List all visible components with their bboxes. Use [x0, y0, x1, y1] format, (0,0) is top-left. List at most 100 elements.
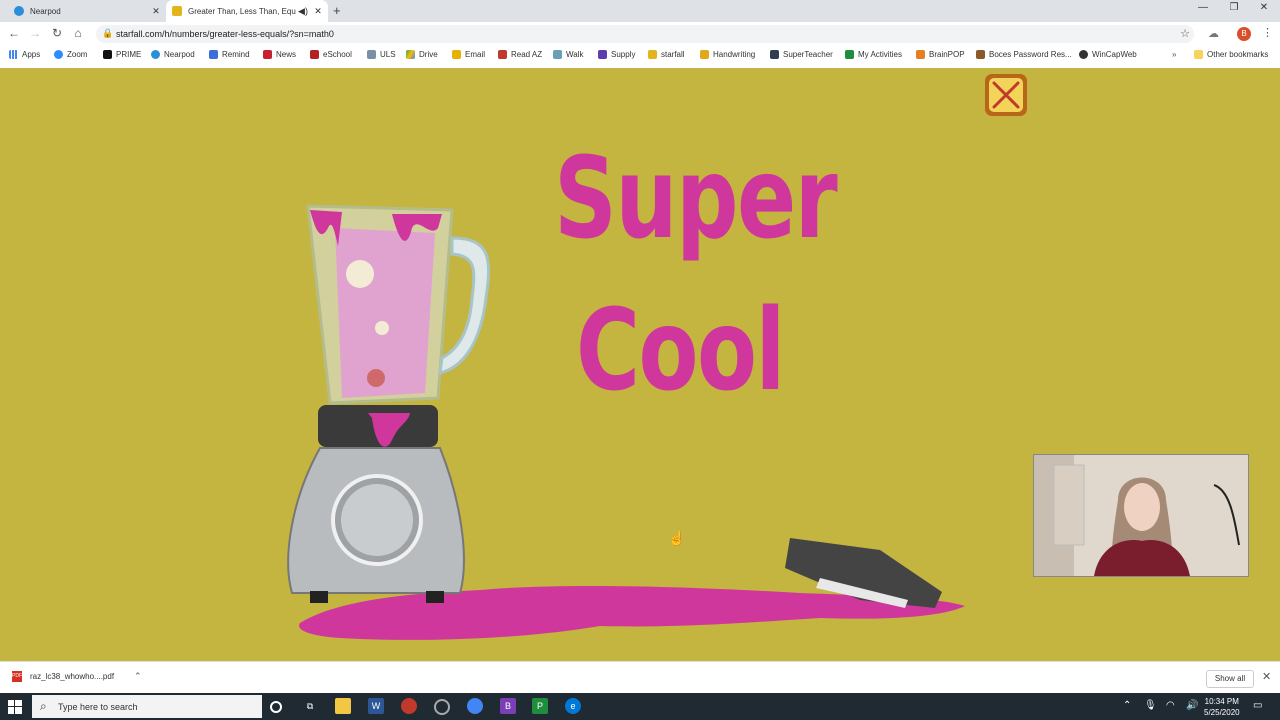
onenote-icon[interactable]: B [500, 698, 516, 714]
close-icon [989, 78, 1023, 112]
bookmark-label: BrainPOP [929, 50, 965, 59]
minimize-button[interactable]: — [1193, 2, 1213, 13]
tab-title: Nearpod [30, 6, 61, 16]
cortana-icon[interactable] [270, 701, 282, 713]
bookmark-label: News [276, 50, 297, 59]
extension-icon[interactable]: ☁ [1208, 27, 1219, 40]
bookmark-walk[interactable]: Walk [553, 50, 583, 59]
bookmark-label: starfall [661, 50, 685, 59]
bookmark-supply[interactable]: Supply [598, 50, 635, 59]
reload-button[interactable]: ↻ [49, 26, 65, 40]
game-canvas: Super Cool ☝ [0, 68, 1280, 661]
bookmarks-overflow-icon[interactable]: » [1172, 50, 1176, 59]
bookmark-label: eSchool [323, 50, 352, 59]
bookmark-prime[interactable]: PRIME [103, 50, 141, 59]
bookmark-label: Other bookmarks [1207, 50, 1269, 59]
lock-icon: 🔒 [102, 28, 114, 38]
tab-title: Greater Than, Less Than, Equ [188, 6, 296, 16]
tab-strip: Nearpod ✕ Greater Than, Less Than, Equ ◀… [0, 0, 1280, 22]
chevron-up-icon[interactable]: ⌃ [134, 671, 142, 682]
bookmark-label: Walk [566, 50, 584, 59]
snip-icon[interactable] [401, 698, 417, 714]
volume-icon[interactable]: 🔊 [1186, 700, 1198, 711]
brainpop-icon [916, 50, 925, 59]
windows-start-icon[interactable] [8, 700, 22, 714]
menu-icon[interactable]: ⋮ [1262, 26, 1273, 39]
notifications-icon[interactable]: ▭ [1253, 700, 1262, 711]
bookmark-drive[interactable]: Drive [406, 50, 438, 59]
super-word: Super [554, 134, 838, 264]
wifi-icon[interactable]: ◠ [1166, 700, 1175, 711]
bookmark-brainpop[interactable]: BrainPOP [916, 50, 965, 59]
clock[interactable]: 10:34 PM 5/25/2020 [1204, 696, 1240, 718]
taskbar-search[interactable]: ⌕ Type here to search [32, 695, 262, 718]
home-button[interactable]: ⌂ [70, 26, 86, 40]
download-item[interactable]: PDF raz_lc38_whowho....pdf [12, 671, 114, 682]
tab-starfall[interactable]: Greater Than, Less Than, Equ ◀) ✕ [166, 0, 328, 22]
bookmark-superteacher[interactable]: SuperTeacher [770, 50, 833, 59]
folder-icon [1194, 50, 1203, 59]
microphone-icon[interactable]: 🎙 [1144, 700, 1157, 711]
bookmark-eschool[interactable]: eSchool [310, 50, 352, 59]
eschool-icon [310, 50, 319, 59]
bookmark-zoom[interactable]: Zoom [54, 50, 87, 59]
screen: Nearpod ✕ Greater Than, Less Than, Equ ◀… [0, 0, 1280, 720]
edge-icon[interactable]: e [565, 698, 581, 714]
news-icon [263, 50, 272, 59]
publisher-icon[interactable]: P [532, 698, 548, 714]
word-icon[interactable]: W [368, 698, 384, 714]
close-window-button[interactable]: ✕ [1254, 2, 1274, 13]
bookmark-my-activities[interactable]: My Activities [845, 50, 902, 59]
close-downloads-icon[interactable]: ✕ [1262, 670, 1271, 683]
bookmark-label: SuperTeacher [783, 50, 833, 59]
superteacher-icon [770, 50, 779, 59]
bookmark-email[interactable]: Email [452, 50, 485, 59]
wincap-icon [1079, 50, 1088, 59]
close-tab-icon[interactable]: ✕ [150, 6, 162, 17]
pdf-icon: PDF [12, 671, 22, 682]
apps-icon [9, 50, 18, 59]
audio-icon[interactable]: ◀) [298, 6, 308, 17]
search-placeholder: Type here to search [58, 702, 138, 712]
webcam-overlay [1033, 454, 1249, 577]
tray-chevron-icon[interactable]: ⌃ [1123, 700, 1131, 711]
bookmark-uls[interactable]: ULS [367, 50, 396, 59]
new-tab-button[interactable]: + [333, 3, 341, 18]
bookmark-starfall[interactable]: starfall [648, 50, 685, 59]
close-tab-icon[interactable]: ✕ [312, 6, 324, 17]
bookmark-news[interactable]: News [263, 50, 296, 59]
bookmark-label: PRIME [116, 50, 142, 59]
bookmark-remind[interactable]: Remind [209, 50, 250, 59]
screen-recorder-icon[interactable] [434, 699, 450, 715]
profile-avatar[interactable]: B [1237, 27, 1251, 41]
bookmark-nearpod[interactable]: Nearpod [151, 50, 195, 59]
file-explorer-icon[interactable] [335, 698, 351, 714]
address-bar[interactable]: 🔒 starfall.com/h/numbers/greater-less-eq… [96, 25, 1194, 43]
address-toolbar: ← → ↻ ⌂ 🔒 starfall.com/h/numbers/greater… [0, 22, 1280, 46]
bookmark-label: Email [465, 50, 486, 59]
handwriting-icon [700, 50, 709, 59]
show-all-button[interactable]: Show all [1206, 670, 1254, 688]
amazon-icon [103, 50, 112, 59]
bookmark-wincapweb[interactable]: WinCapWeb [1079, 50, 1137, 59]
bookmark-star-icon[interactable]: ☆ [1180, 27, 1190, 40]
chrome-icon[interactable] [467, 698, 483, 714]
tab-nearpod[interactable]: Nearpod ✕ [8, 0, 166, 22]
activities-icon [845, 50, 854, 59]
task-view-icon[interactable]: ⧉ [302, 698, 318, 714]
bookmark-boces[interactable]: Boces Password Res... [976, 50, 1072, 59]
game-close-button[interactable] [985, 74, 1027, 116]
back-button[interactable]: ← [6, 26, 22, 40]
drive-icon [406, 50, 415, 59]
other-bookmarks[interactable]: Other bookmarks [1194, 50, 1268, 59]
bookmark-apps[interactable]: Apps [9, 50, 40, 59]
bookmark-label: Read AZ [511, 50, 543, 59]
search-icon: ⌕ [40, 699, 47, 713]
forward-button[interactable]: → [27, 26, 43, 40]
bookmark-readaz[interactable]: Read AZ [498, 50, 542, 59]
uls-icon [367, 50, 376, 59]
bookmark-handwriting[interactable]: Handwriting [700, 50, 755, 59]
bookmark-label: Nearpod [164, 50, 195, 59]
cool-word: Cool [576, 286, 785, 416]
restore-button[interactable]: ❐ [1224, 2, 1244, 13]
